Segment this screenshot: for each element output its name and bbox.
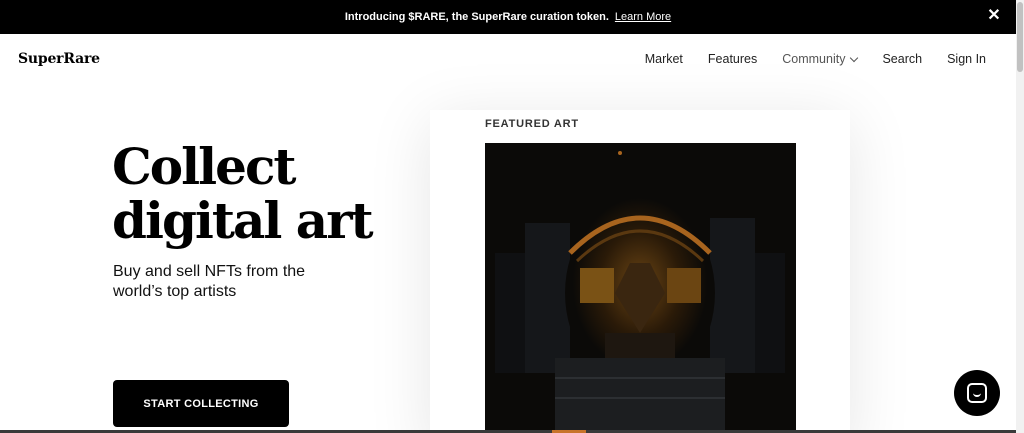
- start-collecting-button[interactable]: START COLLECTING: [113, 380, 289, 427]
- hero-title-line-2: digital art: [112, 191, 374, 250]
- chat-icon: [967, 383, 987, 403]
- nav-community-label: Community: [782, 52, 846, 66]
- announcement-bar: Introducing $RARE, the SuperRare curatio…: [0, 0, 1016, 34]
- hero-subtitle: Buy and sell NFTs from the world’s top a…: [113, 263, 306, 300]
- artwork-image: [485, 143, 796, 433]
- hero-title: Collect digital art: [112, 137, 374, 250]
- logo[interactable]: SuperRare: [18, 51, 100, 67]
- hero-title-line-1: Collect: [112, 137, 296, 196]
- nav-features[interactable]: Features: [708, 52, 757, 66]
- learn-more-link[interactable]: Learn More: [615, 11, 671, 23]
- nav-sign-in[interactable]: Sign In: [947, 52, 986, 66]
- nav-community[interactable]: Community: [782, 52, 859, 66]
- nav-market[interactable]: Market: [645, 52, 683, 66]
- featured-artwork[interactable]: [485, 143, 796, 433]
- page-scrollbar[interactable]: [1016, 0, 1024, 433]
- featured-art-label: FEATURED ART: [485, 118, 579, 130]
- nav-search[interactable]: Search: [882, 52, 922, 66]
- announcement-text: Introducing $RARE, the SuperRare curatio…: [344, 11, 609, 23]
- main-nav: Market Features Community Search Sign In: [620, 52, 986, 66]
- chat-button[interactable]: [954, 370, 1000, 416]
- scrollbar-thumb[interactable]: [1017, 2, 1023, 72]
- close-icon[interactable]: ✕: [984, 6, 1004, 26]
- chevron-down-icon: [850, 53, 859, 62]
